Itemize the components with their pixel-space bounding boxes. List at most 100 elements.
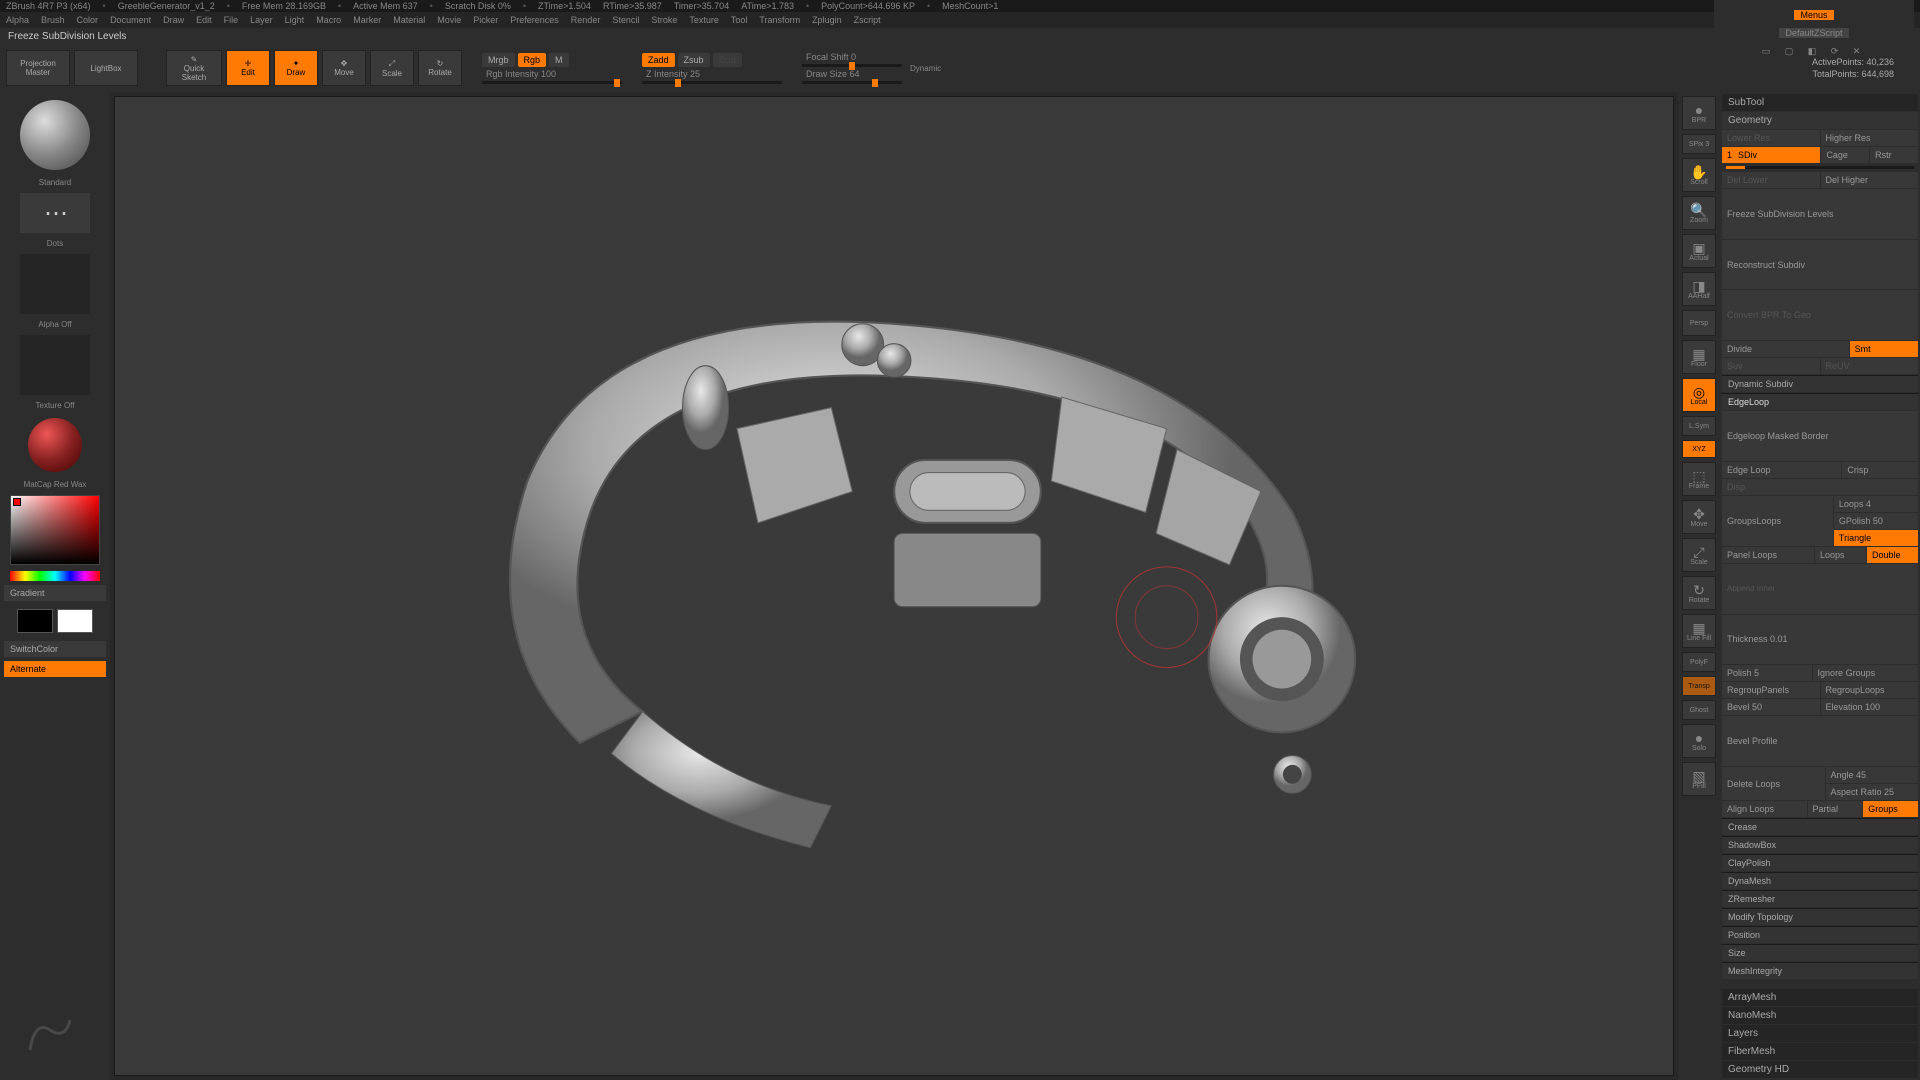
thickness-slider[interactable]: Thickness 0.01 xyxy=(1722,615,1918,665)
sdiv-track[interactable] xyxy=(1726,166,1914,169)
size-section[interactable]: Size xyxy=(1722,944,1918,961)
zadd-toggle[interactable]: Zadd xyxy=(642,53,675,67)
swatch-black[interactable] xyxy=(17,609,53,633)
local-button[interactable]: ◎Local xyxy=(1682,378,1716,412)
reuv-toggle[interactable]: ReUV xyxy=(1821,358,1919,374)
menu-zscript[interactable]: Zscript xyxy=(854,15,881,25)
focal-shift-slider[interactable] xyxy=(802,64,902,67)
ghost-button[interactable]: Ghost xyxy=(1682,700,1716,720)
aspect-slider[interactable]: Aspect Ratio 25 xyxy=(1826,784,1919,800)
higher-res-button[interactable]: Higher Res xyxy=(1821,130,1919,146)
solo-button[interactable]: ●Solo xyxy=(1682,724,1716,758)
dock-scale-button[interactable]: ⤢Scale xyxy=(1682,538,1716,572)
geometry-header[interactable]: Geometry xyxy=(1722,112,1918,129)
regroup-panels-button[interactable]: RegroupPanels xyxy=(1722,682,1820,698)
m-toggle[interactable]: M xyxy=(549,53,569,67)
groupsloops-button[interactable]: GroupsLoops xyxy=(1722,496,1833,546)
shadowbox-section[interactable]: ShadowBox xyxy=(1722,836,1918,853)
disp-slider[interactable]: Disp xyxy=(1722,479,1918,495)
edit-button[interactable]: ✛Edit xyxy=(226,50,270,86)
sdiv-slider[interactable]: 1SDiv xyxy=(1722,147,1820,163)
viewport[interactable] xyxy=(114,96,1674,1076)
edgeloop-masked-button[interactable]: Edgeloop Masked Border xyxy=(1722,411,1918,461)
menu-picker[interactable]: Picker xyxy=(473,15,498,25)
bevel-profile-curve[interactable]: Bevel Profile xyxy=(1722,716,1918,766)
material-thumbnail[interactable] xyxy=(28,418,82,472)
dynamic-subdiv-section[interactable]: Dynamic Subdiv xyxy=(1722,375,1918,392)
nanomesh-header[interactable]: NanoMesh xyxy=(1722,1007,1918,1024)
projection-master-button[interactable]: Projection Master xyxy=(6,50,70,86)
gpolish-slider[interactable]: GPolish 50 xyxy=(1834,513,1918,529)
z-intensity-label[interactable]: Z Intensity 25 xyxy=(646,69,778,79)
menus-toggle[interactable]: Menus xyxy=(1794,10,1833,20)
scroll-button[interactable]: ✋Scroll xyxy=(1682,158,1716,192)
seethrough-value[interactable]: 0 xyxy=(1811,0,1816,2)
smt-toggle[interactable]: Smt xyxy=(1850,341,1918,357)
actual-button[interactable]: ▣Actual xyxy=(1682,234,1716,268)
layers-header[interactable]: Layers xyxy=(1722,1025,1918,1042)
menu-edit[interactable]: Edit xyxy=(196,15,212,25)
menu-tool[interactable]: Tool xyxy=(731,15,748,25)
spix-button[interactable]: SPix 3 xyxy=(1682,134,1716,154)
arraymesh-header[interactable]: ArrayMesh xyxy=(1722,989,1918,1006)
triangle-toggle[interactable]: Triangle xyxy=(1834,530,1918,546)
menu-preferences[interactable]: Preferences xyxy=(510,15,559,25)
groups-toggle[interactable]: Groups xyxy=(1863,801,1918,817)
suv-toggle[interactable]: Suv xyxy=(1722,358,1820,374)
modify-topology-section[interactable]: Modify Topology xyxy=(1722,908,1918,925)
claypolish-section[interactable]: ClayPolish xyxy=(1722,854,1918,871)
hue-slider[interactable] xyxy=(10,571,100,581)
move-button[interactable]: ✥Move xyxy=(322,50,366,86)
linefill-button[interactable]: ▦Line Fill xyxy=(1682,614,1716,648)
focal-shift-label[interactable]: Focal Shift 0 xyxy=(806,52,898,62)
menu-light[interactable]: Light xyxy=(285,15,305,25)
dock-rotate-button[interactable]: ↻Rotate xyxy=(1682,576,1716,610)
panel-loops-button[interactable]: Panel Loops xyxy=(1722,547,1814,563)
persp-button[interactable]: Persp xyxy=(1682,310,1716,336)
menu-zplugin[interactable]: Zplugin xyxy=(812,15,842,25)
rotate-button[interactable]: ↻Rotate xyxy=(418,50,462,86)
loops4-slider[interactable]: Loops 4 xyxy=(1834,496,1918,512)
elevation-slider[interactable]: Elevation 100 xyxy=(1821,699,1919,715)
menu-layer[interactable]: Layer xyxy=(250,15,273,25)
texture-thumbnail[interactable] xyxy=(20,335,90,395)
convert-bpr-button[interactable]: Convert BPR To Geo xyxy=(1722,290,1918,340)
zsub-toggle[interactable]: Zsub xyxy=(678,53,710,67)
menu-stroke[interactable]: Stroke xyxy=(651,15,677,25)
lsym-button[interactable]: L.Sym xyxy=(1682,416,1716,436)
xyz-button[interactable]: XYZ xyxy=(1682,440,1716,458)
rgb-intensity-slider[interactable] xyxy=(482,81,622,84)
polish5-slider[interactable]: Polish 5 xyxy=(1722,665,1812,681)
menu-texture[interactable]: Texture xyxy=(689,15,719,25)
divide-button[interactable]: Divide xyxy=(1722,341,1849,357)
loops-slider[interactable]: Loops xyxy=(1815,547,1866,563)
del-higher-button[interactable]: Del Higher xyxy=(1821,172,1919,188)
ignore-groups-toggle[interactable]: Ignore Groups xyxy=(1813,665,1918,681)
pfill-button[interactable]: ▧PFill xyxy=(1682,762,1716,796)
swatch-white[interactable] xyxy=(57,609,93,633)
window-controls[interactable]: ▭ ▢ ◧ ⟳ ✕ xyxy=(1762,46,1867,57)
menu-material[interactable]: Material xyxy=(393,15,425,25)
del-lower-button[interactable]: Del Lower xyxy=(1722,172,1820,188)
align-loops-button[interactable]: Align Loops xyxy=(1722,801,1807,817)
gradient-toggle[interactable]: Gradient xyxy=(4,585,106,601)
menu-movie[interactable]: Movie xyxy=(437,15,461,25)
double-toggle[interactable]: Double xyxy=(1867,547,1918,563)
draw-button[interactable]: ✦Draw xyxy=(274,50,318,86)
menu-marker[interactable]: Marker xyxy=(353,15,381,25)
regroup-loops-button[interactable]: RegroupLoops xyxy=(1821,682,1919,698)
draw-size-label[interactable]: Draw Size 64 xyxy=(806,69,898,79)
mrgb-toggle[interactable]: Mrgb xyxy=(482,53,515,67)
dock-move-button[interactable]: ✥Move xyxy=(1682,500,1716,534)
aahalf-button[interactable]: ◨AAHalf xyxy=(1682,272,1716,306)
dynamic-label[interactable]: Dynamic xyxy=(910,64,941,73)
z-intensity-slider[interactable] xyxy=(642,81,782,84)
crease-section[interactable]: Crease xyxy=(1722,818,1918,835)
geometry-hd-header[interactable]: Geometry HD xyxy=(1722,1061,1918,1078)
menu-document[interactable]: Document xyxy=(110,15,151,25)
crisp-toggle[interactable]: Crisp xyxy=(1842,462,1918,478)
partial-toggle[interactable]: Partial xyxy=(1808,801,1863,817)
quicksketch-button[interactable]: ✎Quick Sketch xyxy=(166,50,222,86)
lightbox-button[interactable]: LightBox xyxy=(74,50,138,86)
draw-size-slider[interactable] xyxy=(802,81,902,84)
